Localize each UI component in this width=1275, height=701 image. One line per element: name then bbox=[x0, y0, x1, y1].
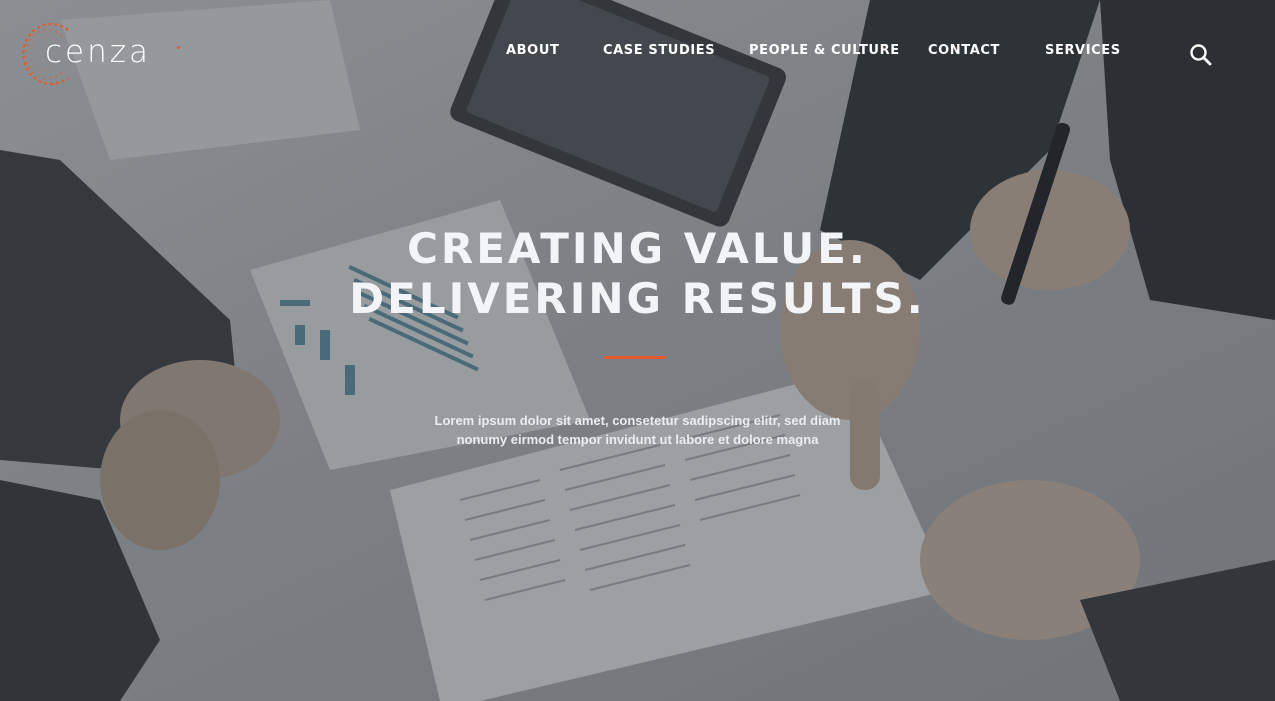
main-navigation: ABOUT CASE STUDIES PEOPLE & CULTURE CONT… bbox=[0, 43, 1275, 63]
hero-description-line: Lorem ipsum dolor sit amet, consetetur s… bbox=[434, 413, 841, 428]
nav-item-case-studies[interactable]: CASE STUDIES bbox=[603, 43, 715, 58]
hero-accent-divider bbox=[604, 356, 666, 359]
hero-dark-overlay bbox=[0, 0, 1275, 701]
hero-description-line: nonumy eirmod tempor invidunt ut labore … bbox=[456, 432, 819, 447]
homepage: cenza ABOUT CASE STUDIES PEOPLE & CULTUR… bbox=[0, 0, 1275, 701]
hero-headline: CREATING VALUE. DELIVERING RESULTS. bbox=[0, 224, 1275, 324]
nav-item-services[interactable]: SERVICES bbox=[1045, 43, 1121, 58]
nav-item-about[interactable]: ABOUT bbox=[506, 43, 559, 58]
hero-headline-line: DELIVERING RESULTS. bbox=[349, 274, 926, 323]
nav-item-people-culture[interactable]: PEOPLE & CULTURE bbox=[749, 43, 900, 58]
hero-headline-line: CREATING VALUE. bbox=[407, 224, 868, 273]
nav-item-contact[interactable]: CONTACT bbox=[928, 43, 1000, 58]
search-icon bbox=[1190, 44, 1212, 66]
hero-description: Lorem ipsum dolor sit amet, consetetur s… bbox=[0, 411, 1275, 449]
search-button[interactable] bbox=[1188, 42, 1214, 68]
